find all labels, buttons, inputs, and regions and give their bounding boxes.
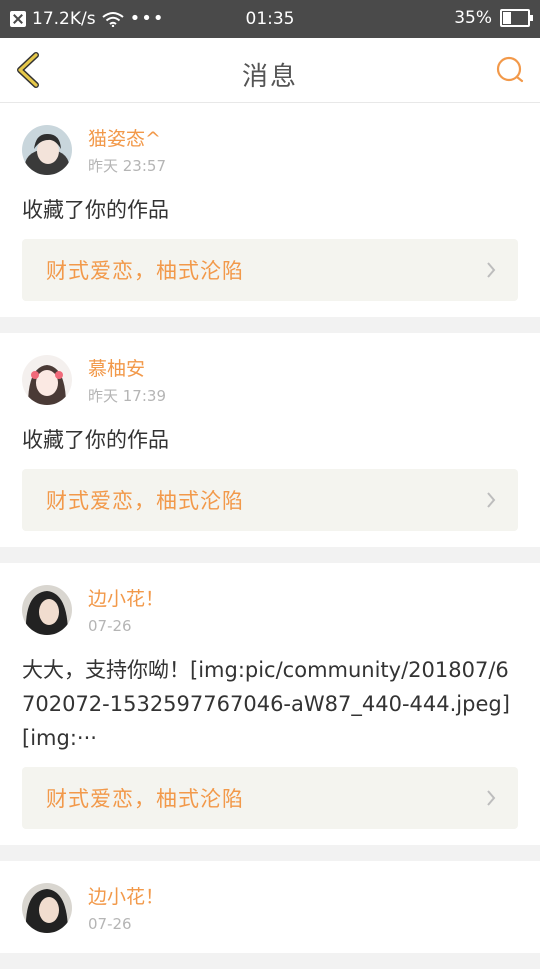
- work-title: 财式爱恋，柚式沦陷: [46, 787, 244, 811]
- timestamp: 昨天 17:39: [88, 387, 166, 405]
- battery-percent: 35%: [454, 8, 492, 28]
- message-card: 边小花！ 07-26 大大，支持你呦！[img:pic/community/20…: [0, 563, 540, 845]
- app-header: 消息: [0, 38, 540, 103]
- timestamp: 07-26: [88, 617, 132, 635]
- work-link[interactable]: 财式爱恋，柚式沦陷: [22, 239, 518, 301]
- battery-icon: [500, 9, 533, 27]
- work-link[interactable]: 财式爱恋，柚式沦陷: [22, 767, 518, 829]
- avatar[interactable]: [22, 125, 72, 175]
- work-title: 财式爱恋，柚式沦陷: [46, 489, 244, 513]
- work-link[interactable]: 财式爱恋，柚式沦陷: [22, 469, 518, 531]
- message-card: 慕柚安 昨天 17:39 收藏了你的作品 财式爱恋，柚式沦陷: [0, 333, 540, 547]
- search-icon[interactable]: [494, 54, 526, 86]
- message-card: 边小花！ 07-26: [0, 861, 540, 953]
- username[interactable]: 慕柚安: [88, 357, 166, 381]
- message-card: 猫姿态^ 昨天 23:57 收藏了你的作品 财式爱恋，柚式沦陷: [0, 103, 540, 317]
- timestamp: 07-26: [88, 915, 132, 933]
- chevron-right-icon: [487, 262, 496, 278]
- work-title: 财式爱恋，柚式沦陷: [46, 259, 244, 283]
- message-list: 猫姿态^ 昨天 23:57 收藏了你的作品 财式爱恋，柚式沦陷 慕柚安 昨天 1…: [0, 103, 540, 969]
- chevron-right-icon: [487, 790, 496, 806]
- avatar[interactable]: [22, 883, 72, 933]
- username[interactable]: 猫姿态^: [88, 127, 166, 151]
- avatar[interactable]: [22, 585, 72, 635]
- back-icon[interactable]: [12, 52, 46, 88]
- timestamp: 昨天 23:57: [88, 157, 166, 175]
- message-text: 收藏了你的作品: [22, 198, 169, 222]
- page-title: 消息: [241, 62, 298, 92]
- avatar[interactable]: [22, 355, 72, 405]
- message-text: 大大，支持你呦！[img:pic/community/201807/670207…: [22, 658, 510, 750]
- status-bar: 17.2K/s ••• 01:35 35%: [0, 0, 540, 38]
- username[interactable]: 边小花！: [88, 885, 164, 909]
- message-text: 收藏了你的作品: [22, 428, 169, 452]
- chevron-right-icon: [487, 492, 496, 508]
- username[interactable]: 边小花！: [88, 587, 164, 611]
